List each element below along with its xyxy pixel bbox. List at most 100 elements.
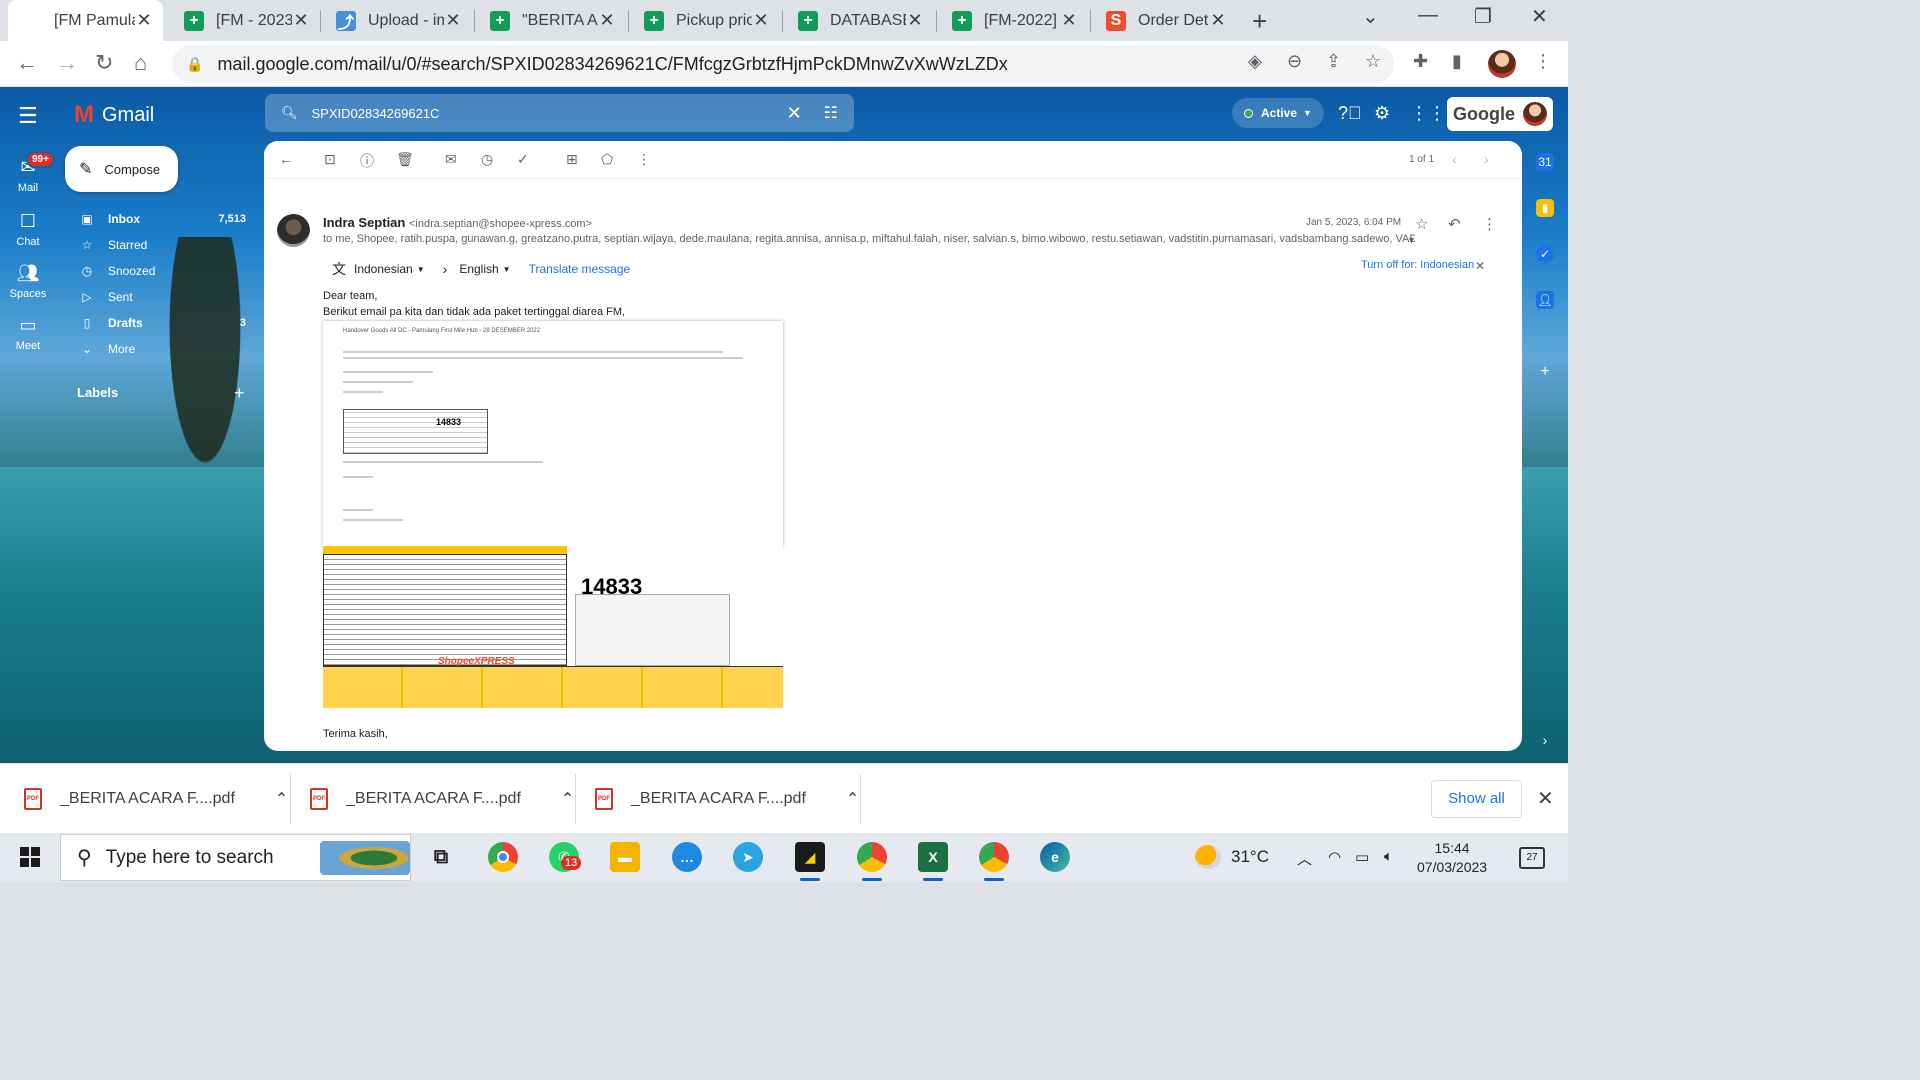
windows-start-icon[interactable] [20, 847, 40, 867]
recipients[interactable]: to me, Shopee, ratih.puspa, gunawan.g, g… [323, 233, 1415, 245]
chrome-icon[interactable] [488, 842, 518, 872]
chevron-up-icon[interactable]: ⌃ [275, 789, 288, 809]
search-options-icon[interactable]: ☷ [824, 103, 838, 123]
notification-center-icon[interactable]: 27 [1519, 847, 1545, 869]
reload-icon[interactable]: ↻ [95, 50, 113, 76]
share-icon[interactable]: ⇪ [1326, 51, 1341, 72]
snooze-icon[interactable]: ◷ [481, 151, 493, 168]
expand-panel-icon[interactable]: › [1536, 731, 1554, 749]
compose-button[interactable]: ✎ Compose [65, 146, 178, 192]
search-icon[interactable]: 🔍︎ [281, 105, 298, 121]
move-to-icon[interactable]: ⊞ [566, 151, 578, 168]
download-item[interactable]: PDF _BERITA ACARA F....pdf ⌃ [24, 764, 288, 834]
restore-icon[interactable]: ❐ [1474, 4, 1492, 29]
browser-tab[interactable]: [FM-2022] A ✕ [938, 0, 1088, 41]
turn-off-translation-link[interactable]: Turn off for: Indonesian [1361, 259, 1474, 271]
add-to-tasks-icon[interactable]: ✓ [517, 151, 529, 168]
chevron-up-icon[interactable]: ⌃ [561, 789, 574, 809]
clear-search-icon[interactable]: ✕ [787, 103, 802, 124]
bookmark-star-icon[interactable]: ☆ [1365, 51, 1381, 72]
embedded-email-screenshot[interactable]: Handover Goods All DC - Pamulang First M… [323, 321, 783, 546]
report-spam-icon[interactable]: ⓘ [360, 151, 374, 171]
older-icon[interactable]: › [1484, 151, 1489, 167]
chrome-profile-icon[interactable] [857, 842, 887, 881]
back-to-list-icon[interactable]: ← [279, 151, 293, 167]
sender-avatar[interactable] [277, 214, 310, 247]
keep-icon[interactable]: ▮ [1536, 199, 1554, 217]
chrome-profile2-icon[interactable] [979, 842, 1009, 881]
volume-icon[interactable]: 🔈︎ [1384, 848, 1393, 865]
folder-inbox[interactable]: ▣ Inbox 7,513 [80, 207, 246, 231]
browser-tab[interactable]: S Order Deta ✕ [1092, 0, 1237, 41]
sticky-notes-icon[interactable]: ◢ [795, 842, 825, 881]
close-tab-icon[interactable]: ✕ [598, 10, 616, 31]
close-tab-icon[interactable]: ✕ [135, 10, 153, 31]
close-tab-icon[interactable]: ✕ [906, 10, 924, 31]
translate-to[interactable]: English [459, 262, 498, 276]
add-label-icon[interactable]: + [234, 383, 245, 404]
search-bar[interactable]: 🔍︎ SPXID02834269621C ✕ ☷ [265, 94, 854, 132]
rail-chat[interactable]: ☐ Chat [0, 211, 56, 248]
gmail-logo[interactable]: M Gmail [74, 101, 154, 129]
help-icon[interactable]: ?⃝ [1338, 103, 1362, 124]
reply-icon[interactable]: ↶ [1448, 215, 1461, 233]
home-icon[interactable]: ⌂ [134, 50, 147, 76]
close-window-icon[interactable]: ✕ [1531, 4, 1548, 29]
folder-drafts[interactable]: ▯ Drafts 3 [80, 311, 246, 335]
folder-sent[interactable]: ▷ Sent [80, 285, 246, 309]
edge-icon[interactable]: e [1040, 842, 1070, 872]
contacts-icon[interactable]: 👤︎ [1536, 291, 1554, 309]
taskbar-search[interactable]: ⚲ Type here to search [60, 834, 411, 881]
new-tab-icon[interactable]: + [1252, 6, 1267, 37]
browser-tab[interactable]: "BERITA AC ✕ [476, 0, 626, 41]
telegram-icon[interactable]: ➤ [733, 842, 763, 872]
tray-chevron-icon[interactable]: ︿ [1297, 848, 1312, 869]
rail-meet[interactable]: ▭ Meet [0, 315, 56, 352]
side-panel-icon[interactable]: ▮ [1452, 51, 1462, 72]
close-tab-icon[interactable]: ✕ [444, 10, 462, 31]
file-explorer-icon[interactable]: ▬ [610, 842, 640, 872]
calendar-icon[interactable]: 31 [1536, 153, 1554, 171]
zoom-out-icon[interactable]: ⊖ [1287, 51, 1302, 72]
download-item[interactable]: PDF _BERITA ACARA F....pdf ⌃ [310, 764, 574, 834]
browser-tab[interactable]: DATABASE ✕ [784, 0, 934, 41]
archive-icon[interactable]: ⊡ [324, 151, 336, 168]
rail-spaces[interactable]: 👥︎ Spaces [0, 263, 56, 300]
search-input[interactable]: SPXID02834269621C [312, 106, 787, 121]
folder-more[interactable]: ⌄ More [80, 337, 246, 361]
wifi-icon[interactable]: ◠ [1328, 848, 1341, 866]
browser-tab[interactable]: ⤴ Upload - im ✕ [322, 0, 472, 41]
battery-icon[interactable]: ▭ [1355, 848, 1369, 866]
minimize-icon[interactable]: — [1418, 4, 1438, 27]
folder-starred[interactable]: ☆ Starred [80, 233, 246, 257]
browser-tab[interactable]: [FM - 2023] ✕ [170, 0, 320, 41]
close-tab-icon[interactable]: ✕ [1209, 10, 1227, 31]
close-translate-icon[interactable]: ✕ [1475, 259, 1485, 273]
folder-snoozed[interactable]: ◷ Snoozed [80, 259, 246, 283]
settings-gear-icon[interactable]: ⚙ [1374, 103, 1390, 124]
google-account-chip[interactable]: Google [1447, 97, 1553, 131]
messenger-icon[interactable]: … [672, 842, 702, 872]
translate-from[interactable]: Indonesian [354, 262, 413, 276]
show-details-icon[interactable]: ▼ [1407, 235, 1416, 245]
address-bar[interactable]: 🔒 mail.google.com/mail/u/0/#search/SPXID… [172, 45, 1394, 83]
profile-avatar[interactable] [1488, 50, 1516, 78]
back-icon[interactable]: ← [16, 50, 38, 76]
sender-name[interactable]: Indra Septian [323, 215, 405, 230]
extensions-icon[interactable]: ✚ [1413, 51, 1428, 72]
forward-icon[interactable]: → [56, 50, 78, 76]
excel-icon[interactable]: X [918, 842, 948, 881]
weather-widget[interactable]: 31°C [1195, 845, 1269, 869]
close-downloads-icon[interactable]: ✕ [1537, 786, 1554, 811]
message-more-icon[interactable]: ⋮ [1482, 215, 1497, 233]
translate-message-link[interactable]: Translate message [529, 262, 631, 276]
menu-kebab-icon[interactable]: ⋮ [1534, 51, 1552, 72]
eye-icon[interactable]: ◈ [1248, 51, 1262, 72]
mark-unread-icon[interactable]: ✉ [445, 151, 457, 168]
more-options-icon[interactable]: ⋮ [637, 151, 651, 168]
tasks-icon[interactable]: ✓ [1536, 245, 1554, 263]
embedded-sheet-screenshot[interactable]: 14833 ShopeeXPRESS [323, 546, 783, 708]
taskbar-clock[interactable]: 15:44 07/03/2023 [1417, 839, 1487, 877]
close-tab-icon[interactable]: ✕ [1060, 10, 1078, 31]
tab-search-icon[interactable]: ⌄ [1362, 4, 1379, 29]
